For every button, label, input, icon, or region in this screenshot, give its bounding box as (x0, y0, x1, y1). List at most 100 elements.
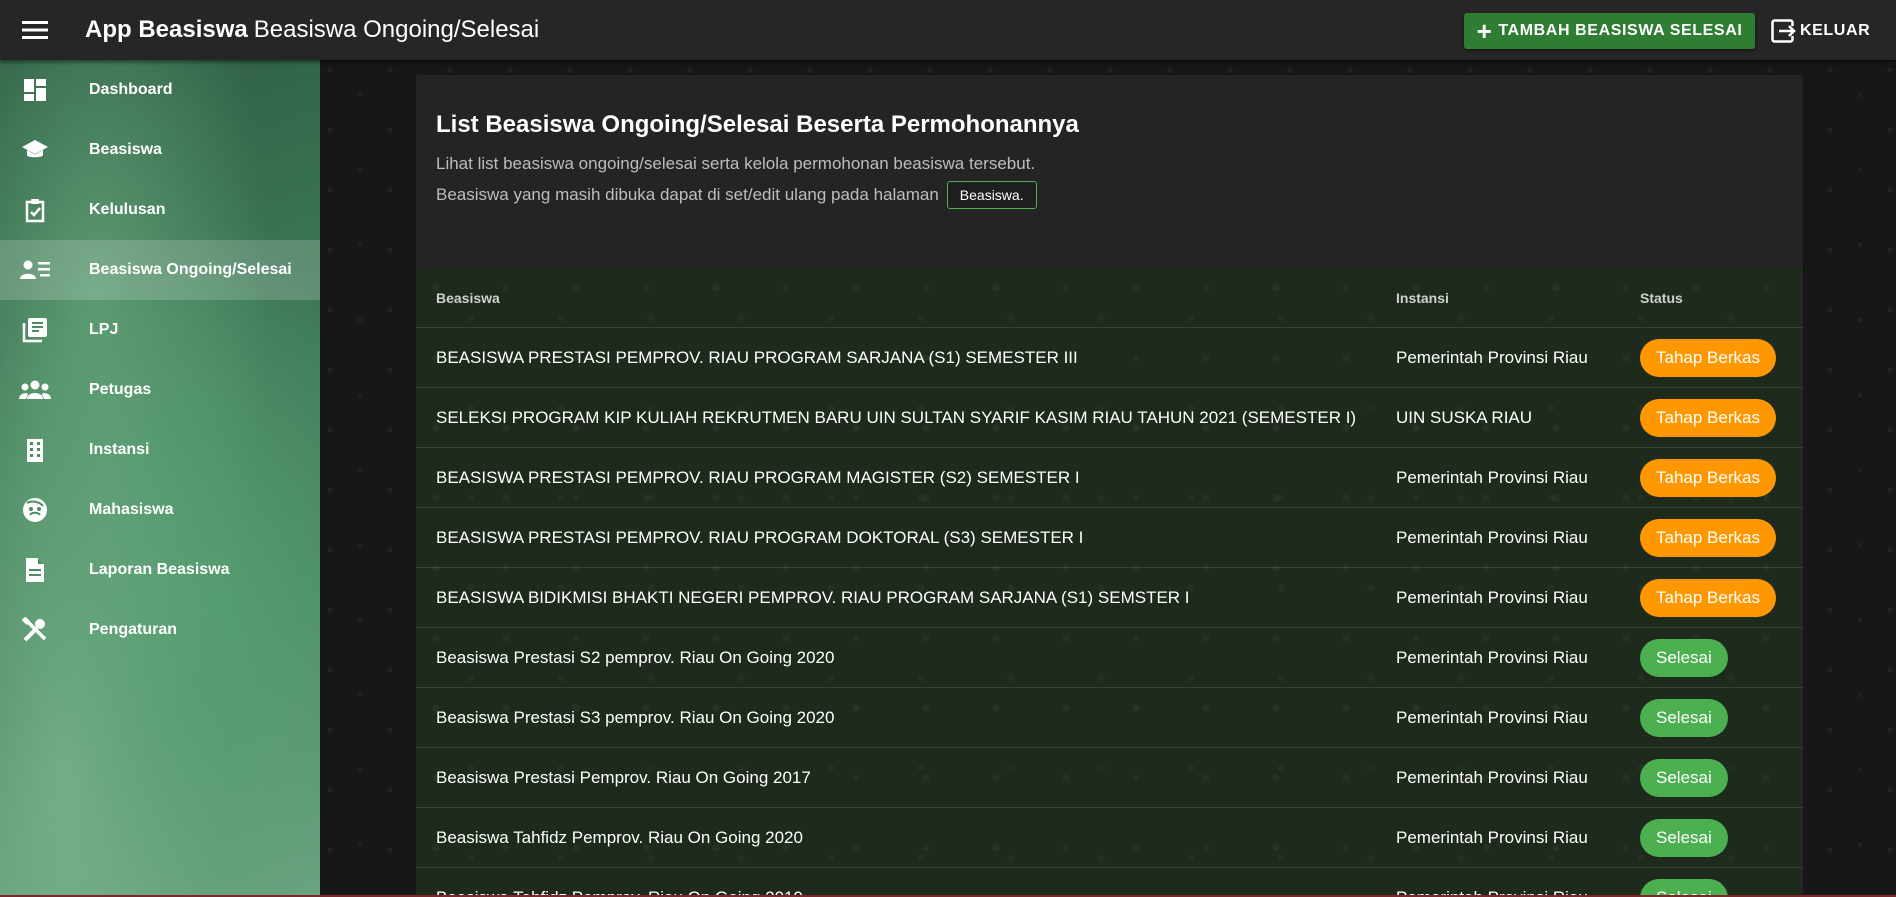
table-header: Beasiswa Instansi Status (416, 268, 1803, 328)
cell-status: Tahap Berkas (1640, 338, 1776, 377)
plus-icon: + (1476, 16, 1493, 46)
cell-beasiswa: BEASISWA PRESTASI PEMPROV. RIAU PROGRAM … (436, 467, 1080, 487)
beasiswa-page-link-button[interactable]: Beasiswa. (946, 181, 1037, 209)
top-app-bar: App Beasiswa Beasiswa Ongoing/Selesai + T… (0, 0, 1896, 60)
cell-instansi: Pemerintah Provinsi Riau (1396, 527, 1588, 547)
building-icon (0, 420, 70, 480)
sidebar-item-label: Petugas (89, 381, 152, 398)
cell-instansi: Pemerintah Provinsi Riau (1396, 647, 1588, 667)
cell-status: Selesai (1640, 758, 1728, 797)
status-badge: Selesai (1640, 818, 1728, 857)
status-badge: Selesai (1640, 758, 1728, 797)
status-badge: Tahap Berkas (1640, 578, 1776, 617)
cell-status: Tahap Berkas (1640, 578, 1776, 617)
cell-status: Selesai (1640, 638, 1728, 677)
sidebar-item-label: Dashboard (89, 81, 173, 98)
app-name: App Beasiswa (85, 16, 248, 43)
table-row[interactable]: Beasiswa Prestasi Pemprov. Riau On Going… (416, 748, 1803, 808)
sidebar-item-dashboard[interactable]: Dashboard (0, 60, 320, 120)
table-row[interactable]: Beasiswa Prestasi S2 pemprov. Riau On Go… (416, 628, 1803, 688)
scholarship-table: Beasiswa Instansi Status BEASISWA PRESTA… (416, 268, 1803, 897)
sidebar-item-label: Mahasiswa (89, 501, 174, 518)
dashboard-icon (0, 60, 70, 120)
cell-status: Tahap Berkas (1640, 398, 1776, 437)
table-row[interactable]: BEASISWA BIDIKMISI BHAKTI NEGERI PEMPROV… (416, 568, 1803, 628)
status-badge: Tahap Berkas (1640, 518, 1776, 557)
status-badge: Selesai (1640, 638, 1728, 677)
table-row[interactable]: BEASISWA PRESTASI PEMPROV. RIAU PROGRAM … (416, 328, 1803, 388)
cell-instansi: Pemerintah Provinsi Riau (1396, 347, 1588, 367)
page-title: Beasiswa Ongoing/Selesai (253, 16, 540, 43)
table-row[interactable]: SELEKSI PROGRAM KIP KULIAH REKRUTMEN BAR… (416, 388, 1803, 448)
sidebar-item-mahasiswa[interactable]: Mahasiswa (0, 480, 320, 540)
sidebar-item-label: Beasiswa Ongoing/Selesai (89, 261, 292, 278)
cell-beasiswa: BEASISWA PRESTASI PEMPROV. RIAU PROGRAM … (436, 527, 1084, 547)
sidebar-item-label: Beasiswa (89, 141, 162, 158)
app-title: App Beasiswa Beasiswa Ongoing/Selesai (85, 16, 539, 44)
cell-status: Tahap Berkas (1640, 458, 1776, 497)
column-header-status[interactable]: Status (1640, 290, 1683, 306)
hamburger-menu-icon[interactable] (0, 0, 70, 60)
face-icon (0, 480, 70, 540)
cell-instansi: UIN SUSKA RIAU (1396, 407, 1533, 427)
graduation-cap-icon (0, 120, 70, 180)
person-list-icon (0, 240, 70, 300)
cell-instansi: Pemerintah Provinsi Riau (1396, 827, 1588, 847)
cell-status: Selesai (1640, 698, 1728, 737)
library-books-icon (0, 300, 70, 360)
add-finished-scholarship-button[interactable]: + TAMBAH BEASISWA SELESAI (1464, 13, 1755, 49)
sidebar-item-laporan-beasiswa[interactable]: Laporan Beasiswa (0, 540, 320, 600)
table-row[interactable]: Beasiswa Tahfidz Pemprov. Riau On Going … (416, 868, 1803, 897)
scholarship-list-card: List Beasiswa Ongoing/Selesai Beserta Pe… (416, 75, 1803, 897)
card-heading: List Beasiswa Ongoing/Selesai Beserta Pe… (436, 111, 1079, 138)
table-row[interactable]: Beasiswa Tahfidz Pemprov. Riau On Going … (416, 808, 1803, 868)
table-row[interactable]: BEASISWA PRESTASI PEMPROV. RIAU PROGRAM … (416, 508, 1803, 568)
status-badge: Tahap Berkas (1640, 338, 1776, 377)
cell-status: Selesai (1640, 818, 1728, 857)
cell-beasiswa: SELEKSI PROGRAM KIP KULIAH REKRUTMEN BAR… (436, 407, 1357, 427)
add-button-label: TAMBAH BEASISWA SELESAI (1498, 22, 1743, 39)
document-icon (0, 540, 70, 600)
status-badge: Tahap Berkas (1640, 398, 1776, 437)
table-row[interactable]: Beasiswa Prestasi S3 pemprov. Riau On Go… (416, 688, 1803, 748)
sidebar: Dashboard Beasiswa Kelulusan Beasiswa On… (0, 60, 320, 897)
cell-instansi: Pemerintah Provinsi Riau (1396, 767, 1588, 787)
sidebar-item-label: Instansi (89, 441, 150, 458)
column-header-instansi[interactable]: Instansi (1396, 290, 1449, 306)
cell-beasiswa: Beasiswa Prestasi S3 pemprov. Riau On Go… (436, 707, 835, 727)
cell-status: Tahap Berkas (1640, 518, 1776, 557)
status-badge: Tahap Berkas (1640, 458, 1776, 497)
group-icon (0, 360, 70, 420)
card-description-2-text: Beasiswa yang masih dibuka dapat di set/… (436, 185, 939, 204)
cell-instansi: Pemerintah Provinsi Riau (1396, 707, 1588, 727)
sidebar-item-beasiswa-ongoing[interactable]: Beasiswa Ongoing/Selesai (0, 240, 320, 300)
table-row[interactable]: BEASISWA PRESTASI PEMPROV. RIAU PROGRAM … (416, 448, 1803, 508)
cell-beasiswa: Beasiswa Prestasi S2 pemprov. Riau On Go… (436, 647, 835, 667)
logout-label: KELUAR (1800, 22, 1871, 39)
main-content: List Beasiswa Ongoing/Selesai Beserta Pe… (320, 60, 1896, 897)
sidebar-item-lpj[interactable]: LPJ (0, 300, 320, 360)
cell-beasiswa: Beasiswa Prestasi Pemprov. Riau On Going… (436, 767, 811, 787)
cell-instansi: Pemerintah Provinsi Riau (1396, 587, 1588, 607)
cell-beasiswa: Beasiswa Tahfidz Pemprov. Riau On Going … (436, 827, 803, 847)
cell-beasiswa: BEASISWA BIDIKMISI BHAKTI NEGERI PEMPROV… (436, 587, 1190, 607)
sidebar-item-label: Kelulusan (89, 201, 166, 218)
sidebar-item-pengaturan[interactable]: Pengaturan (0, 600, 320, 660)
clipboard-check-icon (0, 180, 70, 240)
sidebar-item-label: LPJ (89, 321, 119, 338)
sidebar-item-instansi[interactable]: Instansi (0, 420, 320, 480)
sidebar-item-petugas[interactable]: Petugas (0, 360, 320, 420)
cell-instansi: Pemerintah Provinsi Riau (1396, 467, 1588, 487)
sidebar-item-kelulusan[interactable]: Kelulusan (0, 180, 320, 240)
sidebar-item-label: Pengaturan (89, 621, 178, 638)
logout-button[interactable]: KELUAR (1771, 13, 1871, 49)
cell-beasiswa: BEASISWA PRESTASI PEMPROV. RIAU PROGRAM … (436, 347, 1078, 367)
sidebar-item-label: Laporan Beasiswa (89, 561, 230, 578)
logout-icon (1771, 19, 1796, 43)
card-description-1: Lihat list beasiswa ongoing/selesai sert… (436, 154, 1036, 173)
status-badge: Selesai (1640, 698, 1728, 737)
sidebar-item-beasiswa[interactable]: Beasiswa (0, 120, 320, 180)
card-description-2: Beasiswa yang masih dibuka dapat di set/… (436, 181, 1037, 209)
tools-icon (0, 600, 70, 660)
column-header-beasiswa[interactable]: Beasiswa (436, 290, 500, 306)
